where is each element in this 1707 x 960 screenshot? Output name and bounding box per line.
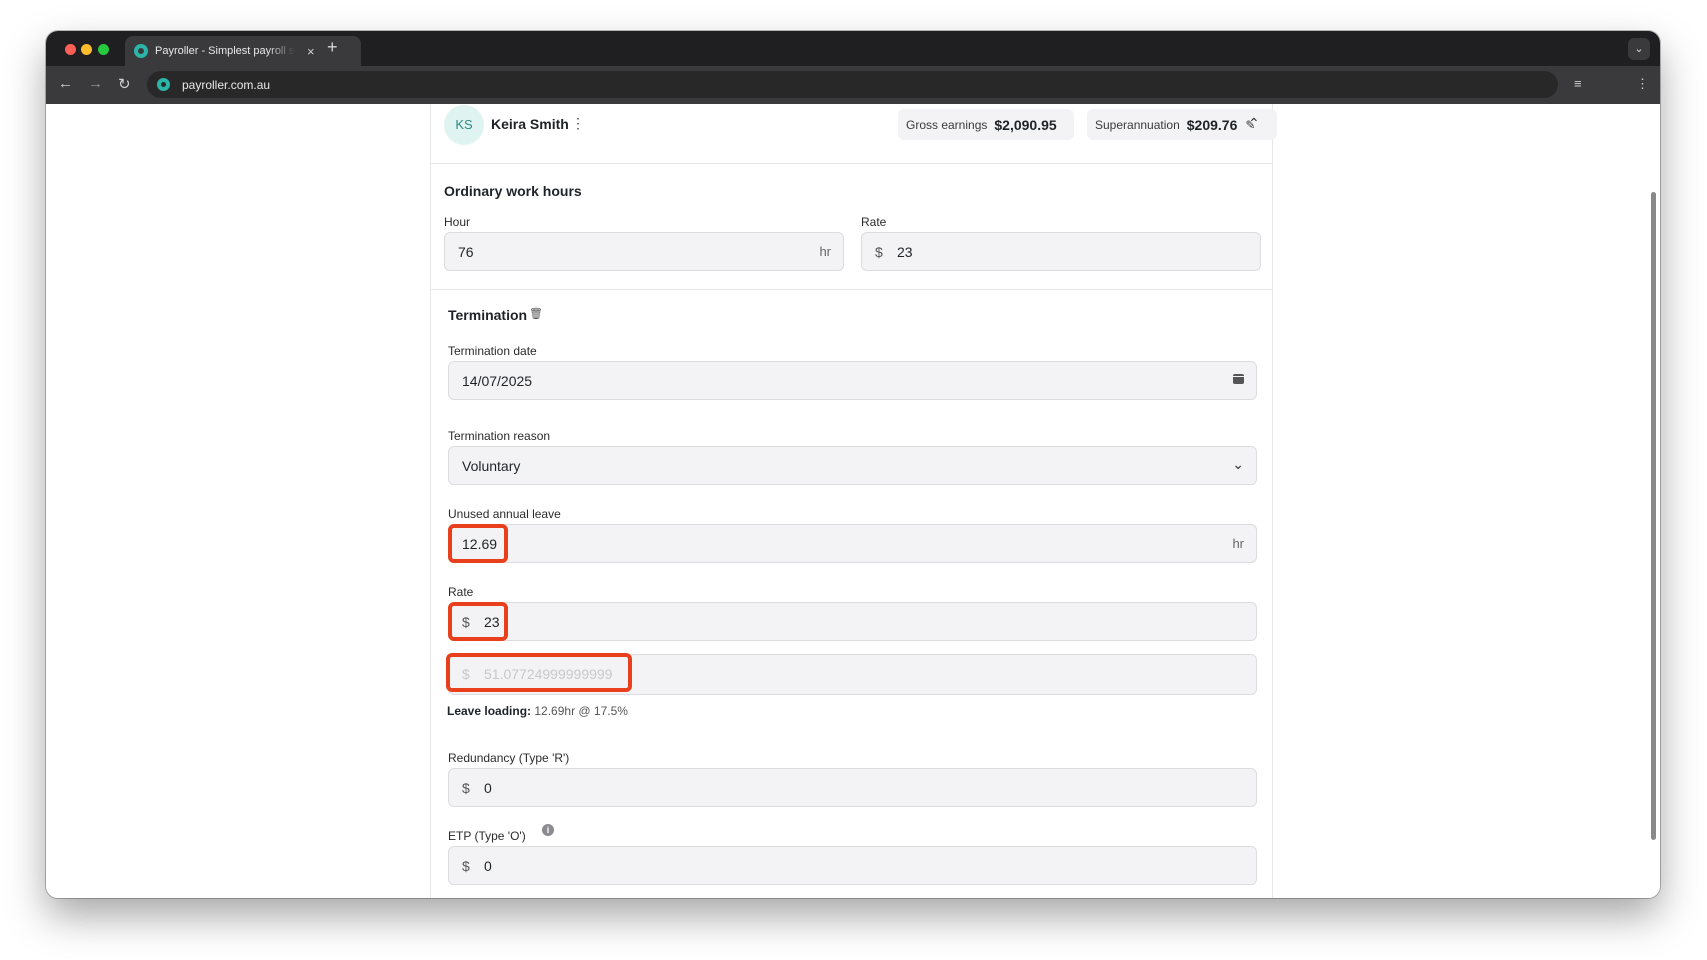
new-tab-button[interactable]: + [327,37,338,58]
ordinary-rate-prefix: $ [875,244,883,260]
employee-header: KS Keira Smith ⋮ Gross earnings $2,090.9… [431,104,1277,164]
termination-reason-label: Termination reason [448,429,551,443]
employee-pay-card: KS Keira Smith ⋮ Gross earnings $2,090.9… [430,104,1277,898]
more-menu-icon[interactable]: ⋮ [1636,76,1649,92]
tab-close-icon[interactable]: × [307,44,315,59]
site-info-icon[interactable] [157,78,170,91]
etp-input[interactable]: $ 0 [448,846,1257,885]
reload-icon[interactable]: ↻ [118,75,131,93]
chevron-down-icon[interactable]: ⌄ [1232,456,1244,473]
gross-earnings-badge: Gross earnings $2,090.95 [898,109,1074,140]
termination-reason-value: Voluntary [462,458,521,474]
collapse-chevron-up-icon[interactable]: ⌃ [1248,115,1260,132]
hour-label: Hour [444,215,471,229]
superannuation-value: $209.76 [1186,116,1238,133]
employee-name: Keira Smith [491,116,569,132]
window-minimize-button[interactable] [81,44,92,55]
window-close-button[interactable] [65,44,76,55]
ordinary-rate-input[interactable]: $ 23 [861,232,1261,271]
redundancy-label: Redundancy (Type 'R') [448,751,570,765]
back-arrow-icon[interactable]: ← [58,75,73,92]
superannuation-label: Superannuation [1095,117,1180,132]
gross-earnings-value: $2,090.95 [994,116,1057,133]
calendar-icon[interactable] [1233,374,1244,384]
hour-suffix: hr [819,244,831,259]
browser-tab[interactable]: Payroller - Simplest payroll software × [125,36,361,66]
ordinary-hours-title: Ordinary work hours [444,183,582,199]
unused-leave-input[interactable]: 12.69 hr [448,524,1257,563]
leave-rate-highlight [448,602,508,641]
etp-value: 0 [484,858,492,874]
leave-rate-input[interactable]: $ 23 [448,602,1257,641]
gross-earnings-label: Gross earnings [906,117,988,132]
page-scrollbar[interactable] [1651,192,1656,840]
redundancy-input[interactable]: $ 0 [448,768,1257,807]
section-divider [431,289,1272,290]
ordinary-rate-value: 23 [897,244,913,260]
termination-title: Termination [448,307,528,323]
browser-window: Payroller - Simplest payroll software × … [46,31,1660,898]
tab-bar: Payroller - Simplest payroll software × … [46,31,1660,66]
hour-input[interactable]: 76 hr [444,232,844,271]
media-controls-icon[interactable]: ≡ [1574,76,1582,91]
etp-prefix: $ [462,858,470,874]
termination-date-input[interactable]: 14/07/2025 [448,361,1257,400]
unused-leave-highlight [448,524,508,563]
address-bar[interactable]: payroller.com.au [147,71,1558,98]
leave-loading-note-value: 12.69hr @ 17.5% [534,704,628,718]
payroller-favicon-icon [134,44,148,58]
info-icon[interactable]: i [542,824,554,836]
tab-search-chevron-icon[interactable]: ⌄ [1628,38,1650,60]
leave-loading-highlight [446,653,632,692]
unused-leave-suffix: hr [1232,536,1244,551]
unused-leave-label: Unused annual leave [448,507,561,521]
termination-date-label: Termination date [448,344,537,358]
delete-termination-trash-icon[interactable]: 🗑 [529,307,543,320]
leave-loading-note-label: Leave loading: [447,704,532,718]
redundancy-prefix: $ [462,780,470,796]
page-viewport: KS Keira Smith ⋮ Gross earnings $2,090.9… [46,104,1660,898]
termination-reason-select[interactable]: Voluntary ⌄ [448,446,1257,485]
forward-arrow-icon[interactable]: → [88,75,103,92]
tab-title: Payroller - Simplest payroll software [155,45,295,57]
ordinary-rate-label: Rate [861,215,887,229]
leave-rate-label: Rate [448,585,474,599]
employee-avatar: KS [444,105,484,145]
url-text[interactable]: payroller.com.au [182,78,270,92]
redundancy-value: 0 [484,780,492,796]
leave-loading-note: Leave loading: 12.69hr @ 17.5% [447,704,628,718]
etp-label: ETP (Type 'O') [448,829,526,843]
window-maximize-button[interactable] [98,44,109,55]
termination-date-value: 14/07/2025 [462,373,533,389]
browser-toolbar: ← → ↻ payroller.com.au ≡ ⋮ [46,66,1660,104]
hour-value: 76 [458,244,474,260]
employee-options-icon[interactable]: ⋮ [571,115,585,132]
